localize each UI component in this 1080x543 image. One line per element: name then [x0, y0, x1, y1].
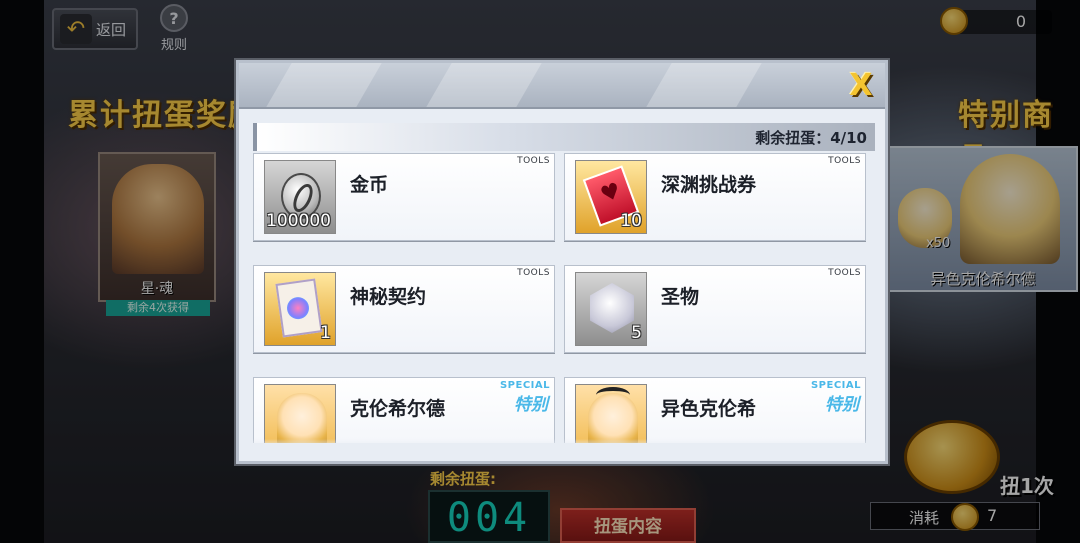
item-qty: 5	[631, 323, 642, 343]
abyss-ticket-icon: 10	[575, 160, 647, 234]
item-tag: TOOLS	[828, 156, 861, 166]
dialog-header: X	[239, 63, 885, 109]
item-qty: 1	[320, 323, 331, 343]
remaining-text: 剩余扭蛋：4/10	[755, 129, 867, 147]
item-name: 异色克伦希	[661, 398, 757, 420]
list-item-kriemhild[interactable]: SPECIAL 特别 克伦希尔德	[253, 377, 555, 443]
header-stripe	[646, 63, 762, 107]
list-item-gold-coin[interactable]: TOOLS 100000 金币	[253, 153, 555, 241]
face-graphic	[277, 393, 327, 443]
header-stripe	[426, 63, 542, 107]
list-item-relic[interactable]: TOOLS 5 圣物	[564, 265, 866, 353]
list-item-abyss-ticket[interactable]: TOOLS 10 深渊挑战券	[564, 153, 866, 241]
item-tag-special: 特别	[514, 395, 548, 415]
item-qty: 100000	[266, 211, 331, 231]
item-qty: 10	[620, 211, 642, 231]
contract-scroll-icon: 1	[264, 272, 336, 346]
hexagon-graphic	[590, 283, 634, 333]
face-graphic	[588, 387, 638, 443]
silver-coin-icon: 100000	[264, 160, 336, 234]
contract-graphic	[275, 278, 323, 338]
crystal-hexagon-icon: 5	[575, 272, 647, 346]
character-portrait-icon	[264, 384, 336, 443]
item-name: 深渊挑战券	[661, 174, 757, 196]
item-name: 金币	[350, 174, 389, 196]
item-name: 克伦希尔德	[350, 398, 446, 420]
item-tag: TOOLS	[828, 268, 861, 278]
item-name: 圣物	[661, 286, 700, 308]
item-tag-special: 特别	[825, 395, 859, 415]
character-portrait-alt-icon	[575, 384, 647, 443]
list-fade	[239, 439, 885, 461]
remaining-bar: 剩余扭蛋：4/10	[253, 123, 875, 151]
gacha-content-dialog: X 剩余扭蛋：4/10 TOOLS 100000 金币 TOOLS 10 深渊挑…	[236, 60, 888, 464]
item-tag: TOOLS	[517, 156, 550, 166]
list-item-alt-kriemhild[interactable]: SPECIAL 特别 异色克伦希	[564, 377, 866, 443]
header-stripe	[266, 63, 382, 107]
list-item-mystery-contract[interactable]: TOOLS 1 神秘契约	[253, 265, 555, 353]
item-tag: TOOLS	[517, 268, 550, 278]
item-list[interactable]: TOOLS 100000 金币 TOOLS 10 深渊挑战券 TOOLS 1 神…	[253, 153, 875, 443]
close-button[interactable]: X	[843, 69, 879, 103]
item-name: 神秘契约	[350, 286, 427, 308]
